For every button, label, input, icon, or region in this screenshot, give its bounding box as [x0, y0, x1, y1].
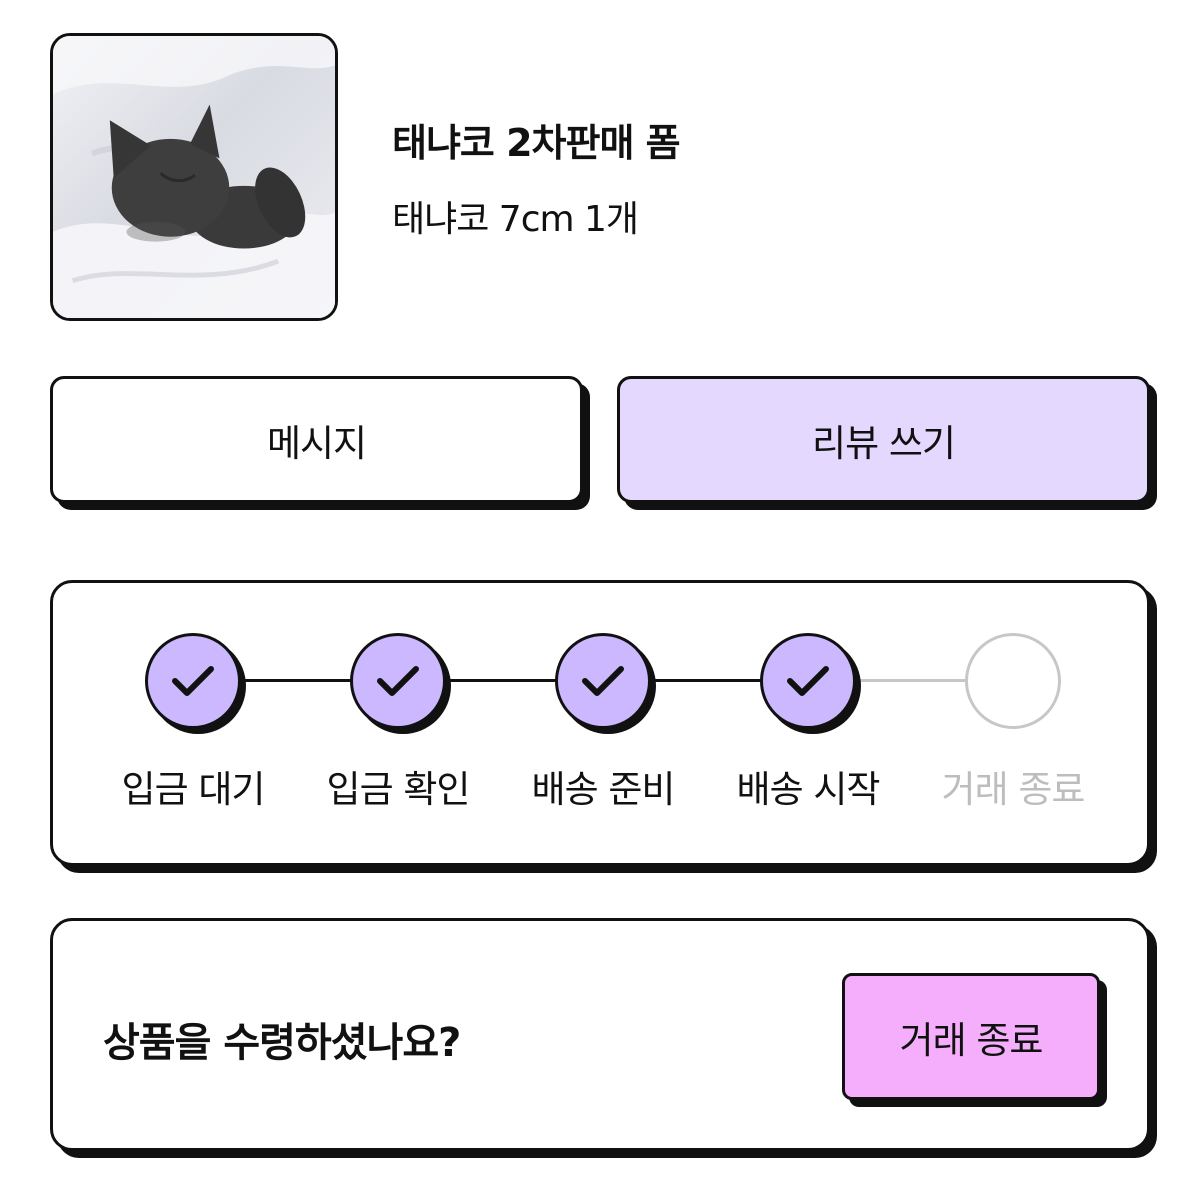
product-title: 태냐코 2차판매 폼 [392, 121, 681, 165]
receive-confirmation-card: 상품을 수령하셨나요? 거래 종료 [50, 918, 1150, 1151]
step-label: 배송 시작 [736, 768, 881, 811]
step-connector [653, 679, 761, 682]
check-icon [582, 666, 624, 696]
receive-question: 상품을 수령하셨나요? [103, 1020, 461, 1066]
step-circle-shipping-ready [555, 633, 651, 729]
step-circle-deposit-confirmed [350, 633, 446, 729]
write-review-button[interactable]: 리뷰 쓰기 [617, 376, 1150, 503]
complete-trade-button-label: 거래 종료 [899, 1018, 1044, 1062]
product-option: 태냐코 7cm 1개 [392, 199, 639, 240]
message-button-label: 메시지 [266, 421, 367, 465]
check-icon [377, 666, 419, 696]
step-connector [858, 679, 966, 682]
step-label: 배송 준비 [531, 768, 676, 811]
step-label: 입금 확인 [326, 768, 471, 811]
check-icon [787, 666, 829, 696]
message-button[interactable]: 메시지 [50, 376, 583, 503]
product-image [50, 33, 338, 321]
step-connector [243, 679, 351, 682]
step-circle-shipping-started [760, 633, 856, 729]
step-connector [448, 679, 556, 682]
cat-plush-photo [53, 36, 335, 318]
complete-trade-button[interactable]: 거래 종료 [842, 973, 1100, 1100]
write-review-button-label: 리뷰 쓰기 [812, 421, 956, 465]
step-circle-deposit-pending [145, 633, 241, 729]
step-label: 거래 종료 [941, 768, 1086, 811]
check-icon [172, 666, 214, 696]
order-progress-card: 입금 대기 입금 확인 배송 준비 배송 시작 거래 종료 [50, 580, 1150, 866]
step-label: 입금 대기 [121, 768, 266, 811]
step-circle-trade-complete [965, 633, 1061, 729]
